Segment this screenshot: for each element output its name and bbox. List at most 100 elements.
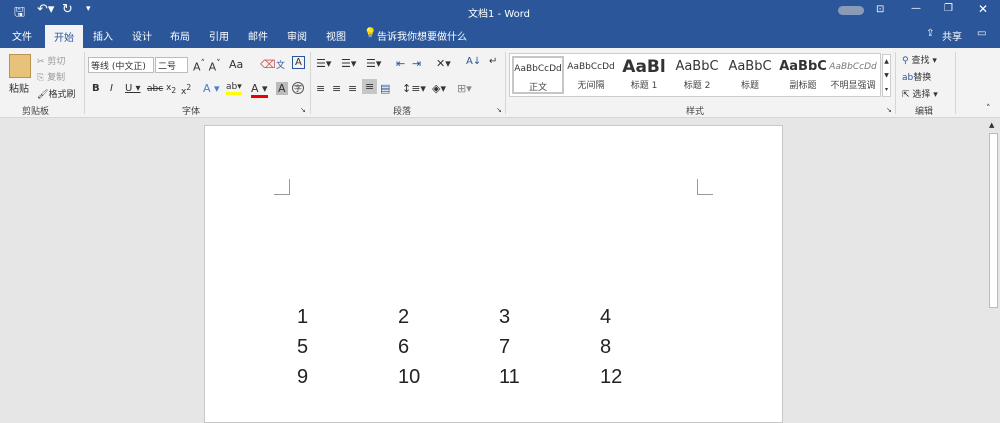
strikethrough-button[interactable]: abc (147, 84, 163, 94)
redo-icon[interactable]: ↻ (62, 2, 73, 17)
increase-indent-icon[interactable]: ⇥ (412, 57, 421, 70)
text-effects-icon[interactable]: A ▾ (203, 82, 220, 95)
style-preview: AaBbC (728, 59, 772, 74)
copy-button[interactable]: ⎘ 复制 (37, 70, 65, 83)
scroll-thumb[interactable] (989, 133, 998, 308)
minimize-icon[interactable]: — (911, 3, 921, 14)
tab-file[interactable]: 文件 (12, 28, 32, 43)
scroll-up-icon[interactable]: ▲ (989, 121, 994, 129)
style-subtle-emphasis[interactable]: AaBbCcDd 不明显强调 (828, 56, 878, 94)
replace-button[interactable]: ab替换 (902, 70, 931, 83)
font-color-icon[interactable]: A ▾ (251, 82, 268, 98)
tab-layout[interactable]: 布局 (170, 28, 190, 43)
paragraph-dialog-launcher-icon[interactable]: ↘ (496, 106, 502, 114)
tab-view[interactable]: 视图 (326, 28, 346, 43)
document-number: 11 (499, 366, 520, 388)
tab-review[interactable]: 审阅 (287, 28, 307, 43)
tab-home[interactable]: 开始 (45, 25, 83, 48)
style-heading1[interactable]: AaBl 标题 1 (618, 56, 670, 94)
undo-icon[interactable]: ↶▾ (37, 2, 54, 17)
bold-button[interactable]: B (92, 83, 100, 94)
collapse-ribbon-icon[interactable]: ˄ (986, 104, 991, 114)
style-name: 副标题 (789, 81, 817, 91)
margin-corner-right (697, 179, 713, 195)
underline-button[interactable]: U ▾ (125, 83, 141, 94)
align-center-icon[interactable]: ≡ (332, 82, 341, 95)
style-heading2[interactable]: AaBbC 标题 2 (671, 56, 723, 94)
select-icon: ⇱ (902, 90, 910, 100)
find-button[interactable]: ⚲ 查找 ▾ (902, 53, 937, 66)
sort-icon[interactable]: A↓ (466, 56, 481, 67)
numbering-icon[interactable]: ☰▾ (341, 57, 356, 70)
paste-icon[interactable] (9, 54, 31, 78)
char-shading-icon[interactable]: A (276, 82, 288, 95)
style-name: 标题 1 (630, 81, 658, 91)
style-no-spacing[interactable]: AaBbCcDd 无间隔 (565, 56, 617, 94)
document-number: 5 (297, 336, 309, 358)
bullets-icon[interactable]: ☰▾ (316, 57, 331, 70)
document-number: 3 (499, 306, 511, 328)
style-subtitle[interactable]: AaBbC 副标题 (777, 56, 829, 94)
align-left-icon[interactable]: ≡ (316, 82, 325, 95)
vertical-scrollbar[interactable]: ▲ (987, 118, 1000, 423)
comments-icon[interactable]: ▭ (977, 28, 986, 39)
show-marks-icon[interactable]: ↵ (489, 56, 497, 67)
tell-me-input[interactable]: 告诉我你想要做什么 (377, 28, 467, 43)
share-button[interactable]: 共享 (942, 28, 962, 43)
paragraph-group-label: 段落 (393, 107, 412, 117)
styles-dialog-launcher-icon[interactable]: ↘ (886, 106, 892, 114)
subscript-button[interactable]: x2 (166, 83, 176, 95)
title-bar: 🖫 ↶▾ ↻ ▾ 文档1 - Word ⊡ — ❐ ✕ (0, 0, 1000, 22)
tab-references[interactable]: 引用 (209, 28, 229, 43)
ribbon-display-icon[interactable]: ⊡ (876, 4, 884, 15)
multilevel-list-icon[interactable]: ☰▾ (366, 57, 381, 70)
tab-design[interactable]: 设计 (132, 28, 152, 43)
document-number: 9 (297, 366, 309, 388)
style-preview: AaBl (622, 57, 666, 77)
customize-qat-icon[interactable]: ▾ (86, 4, 91, 14)
style-name: 标题 (740, 81, 759, 91)
select-button[interactable]: ⇱ 选择 ▾ (902, 87, 938, 100)
restore-icon[interactable]: ❐ (944, 3, 953, 14)
cut-button[interactable]: ✂ 剪切 (37, 54, 65, 67)
divider (310, 52, 311, 114)
char-border-icon[interactable]: A (292, 56, 305, 69)
shading-icon[interactable]: ◈▾ (432, 82, 446, 95)
grow-font-icon[interactable]: A˄ A˅ (193, 58, 221, 74)
style-normal[interactable]: AaBbCcDd 正文 (512, 56, 564, 94)
phonetic-icon[interactable]: 文 (276, 58, 285, 71)
distributed-icon[interactable]: ▤ (380, 82, 390, 95)
font-size-combo[interactable]: 二号 (155, 57, 188, 73)
style-title[interactable]: AaBbC 标题 (724, 56, 776, 94)
style-name: 标题 2 (683, 81, 711, 91)
format-painter-button[interactable]: 🖌格式刷 (37, 87, 75, 100)
clear-format-icon[interactable]: ⌫ (260, 58, 276, 71)
document-number: 10 (398, 366, 421, 388)
user-avatar[interactable] (838, 6, 864, 15)
tab-mailings[interactable]: 邮件 (248, 28, 268, 43)
superscript-button[interactable]: x2 (181, 83, 191, 97)
styles-gallery: AaBbCcDd 正文 AaBbCcDd 无间隔 AaBl 标题 1 AaBbC 标题 … (509, 53, 881, 97)
enclose-char-icon[interactable]: 字 (292, 82, 304, 94)
highlight-icon[interactable]: ab▾ (226, 82, 242, 95)
style-name: 正文 (528, 83, 547, 93)
paste-button[interactable]: 粘贴 (9, 80, 29, 95)
italic-button[interactable]: I (110, 83, 113, 94)
divider (895, 52, 896, 114)
divider (505, 52, 506, 114)
font-name-combo[interactable]: 等线 (中文正) (88, 57, 154, 73)
close-icon[interactable]: ✕ (978, 2, 988, 16)
document-page[interactable]: 1 2 3 4 5 6 7 8 9 10 11 12 (204, 125, 783, 423)
style-preview: AaBbC (675, 59, 719, 74)
decrease-indent-icon[interactable]: ⇤ (396, 57, 405, 70)
change-case-button[interactable]: Aa (229, 58, 243, 71)
tab-insert[interactable]: 插入 (93, 28, 113, 43)
document-number: 7 (499, 336, 511, 358)
chinese-layout-icon[interactable]: ✕▾ (436, 57, 451, 70)
line-spacing-icon[interactable]: ↕≡▾ (402, 82, 426, 95)
font-dialog-launcher-icon[interactable]: ↘ (300, 106, 306, 114)
borders-icon[interactable]: ⊞▾ (457, 82, 472, 95)
align-right-icon[interactable]: ≡ (348, 82, 357, 95)
justify-icon[interactable]: ≡ (362, 79, 378, 94)
styles-scroll-buttons[interactable]: ▲ ▼ ▾ (882, 54, 891, 97)
